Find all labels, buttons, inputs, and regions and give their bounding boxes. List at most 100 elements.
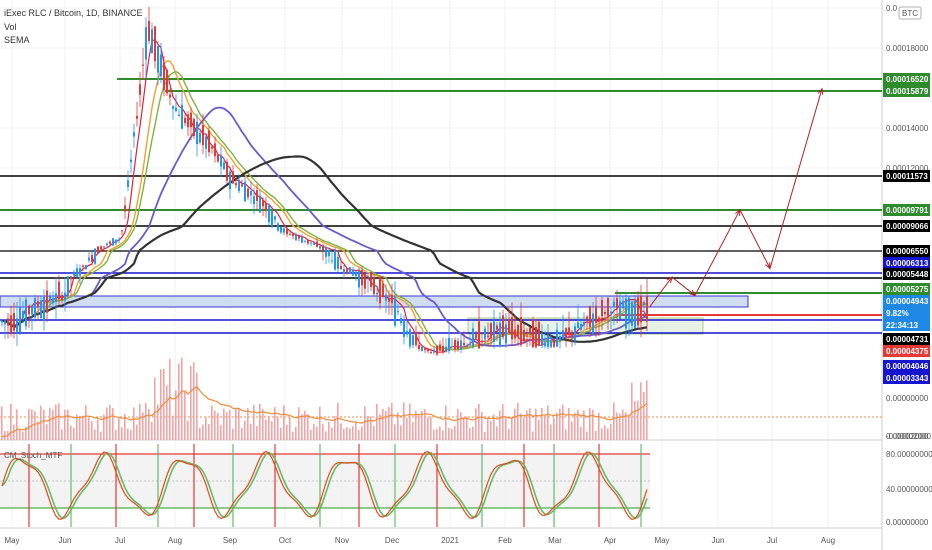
candle-body-182 [547, 334, 549, 347]
volume-bar-22 [67, 409, 69, 440]
volume-bar-159 [478, 404, 480, 440]
volume-bar-98 [295, 426, 297, 440]
time-label-5: Oct [279, 536, 292, 545]
candle-body-158 [475, 334, 477, 339]
candle-body-57 [172, 106, 174, 109]
candle-body-46 [139, 84, 141, 95]
volume-bar-20 [61, 429, 63, 440]
volume-bar-16 [49, 407, 51, 440]
candle-body-190 [571, 331, 573, 338]
volume-bar-204 [613, 402, 615, 440]
candle-body-45 [136, 115, 138, 119]
volume-bar-81 [244, 420, 246, 440]
candle-body-113 [340, 265, 342, 270]
candle-body-203 [610, 311, 612, 314]
volume-bar-83 [250, 423, 252, 440]
candle-body-151 [454, 339, 456, 350]
volume-bar-200 [601, 428, 603, 440]
candle-body-184 [553, 338, 555, 347]
volume-bar-97 [292, 431, 294, 440]
volume-bar-162 [487, 417, 489, 440]
volume-bar-131 [394, 424, 396, 440]
candle-body-96 [289, 234, 291, 236]
time-label-2: Jul [115, 536, 125, 545]
volume-bar-169 [508, 428, 510, 440]
volume-bar-51 [154, 377, 156, 440]
time-label-12: May [654, 536, 669, 545]
volume-bar-88 [265, 419, 267, 440]
candle-body-166 [499, 322, 501, 347]
volume-bar-67 [202, 424, 204, 440]
volume-bar-129 [388, 407, 390, 440]
time-label-15: Aug [821, 536, 835, 545]
candle-body-189 [568, 327, 570, 335]
volume-bar-209 [628, 414, 630, 440]
volume-bar-149 [448, 428, 450, 440]
candle-body-150 [451, 346, 453, 348]
volume-bar-25 [76, 414, 78, 440]
candle-body-43 [130, 159, 132, 163]
candle-body-63 [190, 112, 192, 128]
candle-body-28 [85, 265, 87, 270]
candle-body-133 [400, 318, 402, 324]
candle-body-147 [442, 345, 444, 352]
candle-body-19 [58, 281, 60, 299]
level-badge-text-7: 0.00005448 [886, 270, 929, 279]
level-badge-text-15: 0.00003343 [886, 374, 929, 383]
volume-bar-128 [385, 410, 387, 440]
candle-body-90 [271, 210, 273, 227]
volume-bar-21 [64, 409, 66, 440]
time-label-8: 2021 [441, 536, 459, 545]
candle-body-183 [550, 340, 552, 348]
time-label-1: Jun [59, 536, 72, 545]
candle-body-71 [214, 143, 216, 157]
candle-body-17 [52, 298, 54, 304]
chart-canvas[interactable]: CM_Stoch_MTF 0.0 0.00018000 0.00014000 0.00… [0, 0, 932, 550]
volume-bar-100 [301, 414, 303, 440]
candle-body-193 [580, 324, 582, 330]
volume-bar-99 [298, 407, 300, 440]
candle-body-74 [223, 162, 225, 170]
indicator-vol-label[interactable]: Vol [4, 22, 17, 33]
candle-body-35 [106, 243, 108, 246]
candle-body-172 [517, 325, 519, 337]
candle-body-49 [148, 21, 150, 41]
volume-bar-148 [445, 405, 447, 440]
level-badge-text-1: 0.00015879 [886, 87, 929, 96]
indicator-sema-label[interactable]: SEMA [4, 35, 30, 46]
volume-bar-174 [523, 417, 525, 440]
candle-body-115 [346, 268, 348, 274]
volume-bar-19 [58, 403, 60, 440]
candle-body-47 [142, 64, 144, 66]
volume-bar-63 [190, 365, 192, 440]
candle-body-209 [628, 297, 630, 322]
candle-body-14 [43, 296, 45, 321]
time-label-11: Apr [604, 536, 617, 545]
volume-bar-153 [460, 412, 462, 440]
candle-body-66 [199, 132, 201, 143]
volume-bar-30 [91, 421, 93, 440]
volume-bar-113 [340, 423, 342, 440]
volume-bar-193 [580, 426, 582, 440]
volume-bar-101 [304, 410, 306, 440]
volume-bar-184 [553, 418, 555, 440]
candle-body-121 [364, 274, 366, 289]
volume-bar-104 [313, 423, 315, 440]
candle-body-4 [13, 313, 15, 331]
candle-body-162 [487, 335, 489, 338]
time-label-14: Jul [767, 536, 777, 545]
volume-bar-38 [115, 429, 117, 440]
candle-body-130 [391, 295, 393, 304]
candle-body-79 [238, 180, 240, 191]
volume-bar-26 [79, 415, 81, 440]
volume-bar-195 [586, 431, 588, 440]
volume-bar-49 [148, 408, 150, 440]
candle-body-24 [73, 272, 75, 276]
candle-body-6 [19, 307, 21, 333]
volume-bar-213 [640, 382, 642, 440]
candle-body-111 [334, 249, 336, 270]
candle-body-89 [268, 205, 270, 223]
candle-body-213 [640, 295, 642, 323]
volume-bar-90 [271, 421, 273, 440]
candle-body-202 [607, 298, 609, 317]
